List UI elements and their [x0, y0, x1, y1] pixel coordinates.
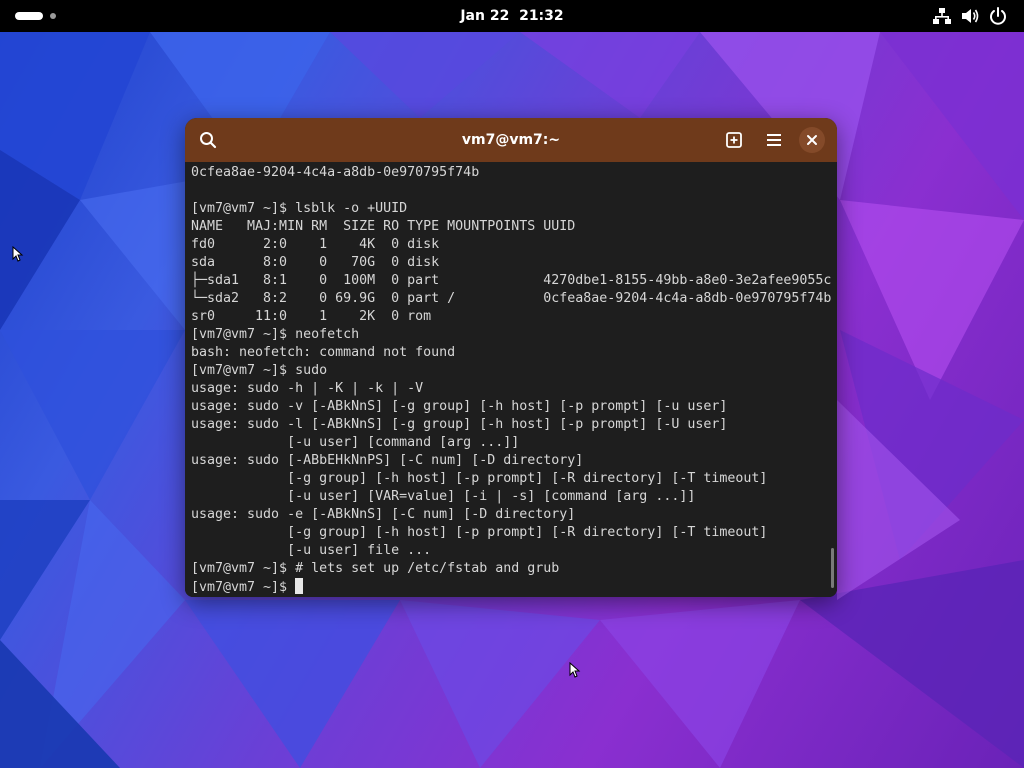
shell-prompt: [vm7@vm7 ~]$	[191, 580, 296, 595]
text-cursor	[295, 578, 304, 594]
volume-icon[interactable]	[960, 6, 980, 26]
terminal-line: bash: neofetch: command not found	[191, 345, 456, 360]
terminal-line: sr0 11:0 1 2K 0 rom	[191, 309, 432, 324]
terminal-prompt-line[interactable]: [vm7@vm7 ~]$	[191, 578, 831, 596]
search-icon[interactable]	[194, 126, 222, 154]
workspace-indicator-active	[15, 12, 43, 20]
desktop[interactable]: Jan 22 21:32 vm7@vm7:~ 0cfea8ae-9204-4c4…	[0, 0, 1024, 768]
activities-indicator[interactable]	[13, 10, 71, 22]
terminal-output-area[interactable]: 0cfea8ae-9204-4c4a-a8db-0e970795f74b [vm7…	[185, 162, 837, 597]
terminal-line: fd0 2:0 1 4K 0 disk	[191, 237, 440, 252]
terminal-line: [vm7@vm7 ~]$ neofetch	[191, 327, 360, 342]
terminal-line: [-u user] [command [arg ...]]	[191, 435, 520, 450]
terminal-line: NAME MAJ:MIN RM SIZE RO TYPE MOUNTPOINTS…	[191, 219, 576, 234]
terminal-line: [-u user] [VAR=value] [-i | -s] [command…	[191, 489, 696, 504]
terminal-line: 0cfea8ae-9204-4c4a-a8db-0e970795f74b	[191, 165, 480, 180]
terminal-line: └─sda2 8:2 0 69.9G 0 part / 0cfea8ae-920…	[191, 291, 832, 306]
terminal-window[interactable]: vm7@vm7:~ 0cfea8ae-9204-4c4a-a8db-0e9707…	[185, 118, 837, 597]
scrollbar-thumb[interactable]	[831, 548, 834, 588]
terminal-output: 0cfea8ae-9204-4c4a-a8db-0e970795f74b [vm7…	[191, 164, 831, 596]
power-icon[interactable]	[988, 6, 1008, 26]
title-bar[interactable]: vm7@vm7:~	[185, 118, 837, 162]
terminal-line: [-g group] [-h host] [-p prompt] [-R dir…	[191, 471, 768, 486]
terminal-line: usage: sudo -l [-ABkNnS] [-g group] [-h …	[191, 417, 728, 432]
terminal-line: usage: sudo -e [-ABkNnS] [-C num] [-D di…	[191, 507, 576, 522]
terminal-line: sda 8:0 0 70G 0 disk	[191, 255, 440, 270]
window-title: vm7@vm7:~	[461, 132, 561, 148]
terminal-line: [vm7@vm7 ~]$ # lets set up /etc/fstab an…	[191, 561, 560, 576]
workspace-indicator-inactive	[50, 13, 56, 19]
clock[interactable]: Jan 22 21:32	[412, 0, 612, 32]
mouse-pointer-icon	[569, 662, 581, 678]
terminal-line: [-u user] file ...	[191, 543, 432, 558]
network-icon[interactable]	[932, 6, 952, 26]
terminal-line: usage: sudo [-ABbEHkNnPS] [-C num] [-D d…	[191, 453, 584, 468]
terminal-line: [-g group] [-h host] [-p prompt] [-R dir…	[191, 525, 768, 540]
mouse-pointer-icon	[12, 246, 24, 262]
terminal-line: [vm7@vm7 ~]$ lsblk -o +UUID	[191, 201, 408, 216]
terminal-line: usage: sudo -v [-ABkNnS] [-g group] [-h …	[191, 399, 728, 414]
top-bar: Jan 22 21:32	[0, 0, 1024, 32]
terminal-line: ├─sda1 8:1 0 100M 0 part 4270dbe1-8155-4…	[191, 273, 832, 288]
hamburger-menu-icon[interactable]	[760, 126, 788, 154]
new-tab-icon[interactable]	[720, 126, 748, 154]
terminal-line: usage: sudo -h | -K | -k | -V	[191, 381, 424, 396]
terminal-line: [vm7@vm7 ~]$ sudo	[191, 363, 328, 378]
close-icon[interactable]	[799, 127, 825, 153]
